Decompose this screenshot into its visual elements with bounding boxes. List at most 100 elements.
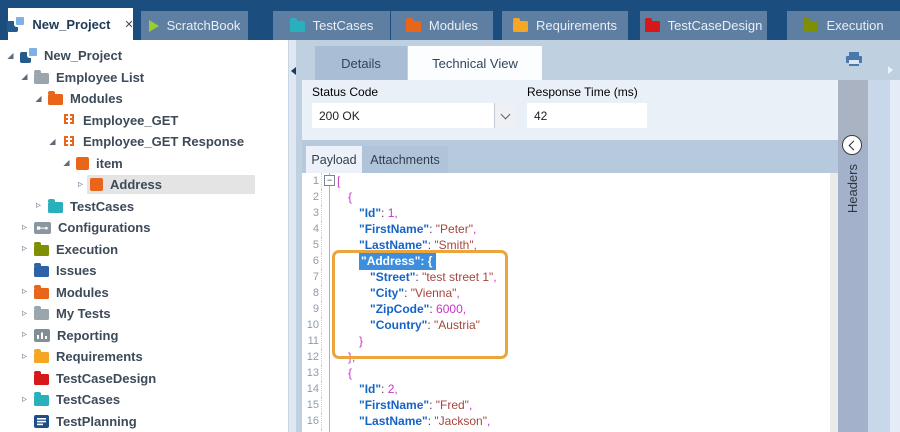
status-code-select[interactable]: 200 OK [312, 103, 515, 128]
code-line-15[interactable]: 15"FirstName": "Fred", [302, 397, 830, 413]
code-line-3[interactable]: 3"Id": 1, [302, 205, 830, 221]
tree-item-item[interactable]: ◢item [0, 153, 288, 175]
folder-orange-icon [406, 21, 421, 32]
response-time-field[interactable] [527, 103, 647, 128]
testplanning-icon [34, 415, 49, 428]
tree-item-my-tests[interactable]: ▹ My Tests [0, 303, 288, 325]
code-line-16[interactable]: 16"LastName": "Jackson", [302, 413, 830, 429]
response-time-label: Response Time (ms) [527, 85, 638, 99]
tree-item-body[interactable]: TestPlanning [31, 412, 141, 431]
tree-item-label: My Tests [56, 306, 111, 321]
tab-payload[interactable]: Payload [306, 146, 362, 173]
expand-arrow-icon[interactable]: ▹ [18, 395, 31, 405]
tab-technical-view[interactable]: Technical View [408, 46, 542, 80]
tree-item-body[interactable]: TestCases [45, 197, 138, 216]
tree-item-employee-get[interactable]: Employee_GET [0, 110, 288, 132]
top-tab-requirements[interactable]: Requirements [502, 11, 628, 40]
tree-item-label: TestPlanning [56, 414, 137, 429]
print-icon[interactable] [845, 51, 863, 68]
tree-item-testcasedesign[interactable]: TestCaseDesign [0, 368, 288, 390]
code-scrollbar[interactable] [830, 173, 838, 432]
fold-collapse-icon[interactable]: − [324, 175, 335, 186]
code-line-5[interactable]: 5"LastName": "Smith", [302, 237, 830, 253]
code-line-7[interactable]: 7"Street": "test street 1", [302, 269, 830, 285]
tree-item-body[interactable]: Requirements [31, 347, 147, 366]
tree-item-testplanning[interactable]: TestPlanning [0, 411, 288, 432]
collapse-chevron-icon[interactable] [842, 135, 862, 155]
top-tab-scratchbook[interactable]: ScratchBook [141, 11, 248, 40]
tree-item-body[interactable]: item [73, 154, 127, 173]
tree-item-employee-get-response[interactable]: ◢Employee_GET Response [0, 131, 288, 153]
expand-arrow-icon[interactable]: ▹ [18, 309, 31, 319]
tree-item-body[interactable]: Address [87, 175, 255, 194]
code-line-6[interactable]: 6"Address": { [302, 253, 830, 269]
top-tab-testcases[interactable]: TestCases [273, 11, 390, 40]
tree-item-body[interactable]: Modules [45, 89, 127, 108]
tree-item-label: Modules [56, 285, 109, 300]
code-line-9[interactable]: 9"ZipCode": 6000, [302, 301, 830, 317]
tree-item-body[interactable]: Employee_GET [59, 111, 182, 130]
tree-item-body[interactable]: My Tests [31, 304, 115, 323]
tree-item-modules[interactable]: ▹ Modules [0, 282, 288, 304]
dropdown-button[interactable] [494, 103, 515, 128]
tab-scroll-right-icon[interactable] [888, 66, 893, 74]
collapse-arrow-icon[interactable]: ◢ [46, 138, 59, 146]
tree-item-body[interactable]: Execution [31, 240, 122, 259]
top-tab-execution[interactable]: Execution [787, 11, 900, 40]
fold-gutter [322, 221, 337, 237]
fold-gutter [322, 413, 337, 429]
code-line-13[interactable]: 13{ [302, 365, 830, 381]
tree-item-testcases[interactable]: ▹TestCases [0, 196, 288, 218]
tree-item-modules[interactable]: ◢Modules [0, 88, 288, 110]
folder-orange-icon [34, 288, 49, 299]
fold-gutter [322, 349, 337, 365]
tree-item-requirements[interactable]: ▹Requirements [0, 346, 288, 368]
code-line-10[interactable]: 10"Country": "Austria" [302, 317, 830, 333]
tree-item-body[interactable]: Employee List [31, 68, 148, 87]
code-line-2[interactable]: 2{ [302, 189, 830, 205]
expand-arrow-icon[interactable]: ▹ [18, 330, 31, 340]
expand-arrow-icon[interactable]: ▹ [32, 201, 45, 211]
code-line-4[interactable]: 4"FirstName": "Peter", [302, 221, 830, 237]
tree-item-address[interactable]: ▹Address [0, 174, 288, 196]
tree-item-body[interactable]: TestCaseDesign [31, 369, 160, 388]
tree-item-reporting[interactable]: ▹Reporting [0, 325, 288, 347]
expand-arrow-icon[interactable]: ▹ [18, 352, 31, 362]
tree-item-body[interactable]: TestCases [31, 390, 124, 409]
tree-item-new-project[interactable]: ◢New_Project [0, 45, 288, 67]
tree-item-body[interactable]: Reporting [31, 326, 122, 345]
tree-item-testcases[interactable]: ▹TestCases [0, 389, 288, 411]
collapse-arrow-icon[interactable]: ◢ [32, 95, 45, 103]
tree-item-body[interactable]: Configurations [31, 218, 154, 237]
tree-item-employee-list[interactable]: ◢Employee List [0, 67, 288, 89]
expand-arrow-icon[interactable]: ▹ [74, 180, 87, 190]
tree-item-configurations[interactable]: ▹Configurations [0, 217, 288, 239]
tab-scroll-left-icon[interactable] [291, 67, 296, 75]
expand-arrow-icon[interactable]: ▹ [18, 223, 31, 233]
collapse-arrow-icon[interactable]: ◢ [4, 52, 17, 60]
tree-item-body[interactable]: New_Project [17, 46, 126, 65]
expand-arrow-icon[interactable]: ▹ [18, 287, 31, 297]
code-line-8[interactable]: 8"City": "Vienna", [302, 285, 830, 301]
tab-details[interactable]: Details [315, 46, 407, 80]
close-icon[interactable]: ✕ [124, 18, 133, 31]
code-line-12[interactable]: 12}, [302, 349, 830, 365]
top-tab-modules[interactable]: Modules [391, 11, 493, 40]
tab-attachments[interactable]: Attachments [362, 146, 448, 173]
top-tab-testcasedesign[interactable]: TestCaseDesign [640, 11, 767, 40]
top-tab-new-project[interactable]: New_Project✕ [8, 8, 133, 40]
expand-arrow-icon[interactable]: ▹ [18, 244, 31, 254]
tree-item-body[interactable]: Employee_GET Response [59, 132, 248, 151]
tree-item-body[interactable]: Issues [31, 261, 100, 280]
code-line-14[interactable]: 14"Id": 2, [302, 381, 830, 397]
code-line-1[interactable]: 1−[ [302, 173, 830, 189]
collapse-arrow-icon[interactable]: ◢ [60, 159, 73, 167]
payload-code-editor[interactable]: 1−[2{3"Id": 1,4"FirstName": "Peter",5"La… [296, 173, 830, 432]
project-tree: ◢New_Project◢Employee List◢ModulesEmploy… [0, 40, 289, 432]
tree-item-issues[interactable]: Issues [0, 260, 288, 282]
tree-item-body[interactable]: Modules [31, 283, 113, 302]
tree-item-execution[interactable]: ▹Execution [0, 239, 288, 261]
collapse-arrow-icon[interactable]: ◢ [18, 73, 31, 81]
headers-side-tab[interactable]: Headers [838, 80, 868, 432]
code-line-11[interactable]: 11} [302, 333, 830, 349]
